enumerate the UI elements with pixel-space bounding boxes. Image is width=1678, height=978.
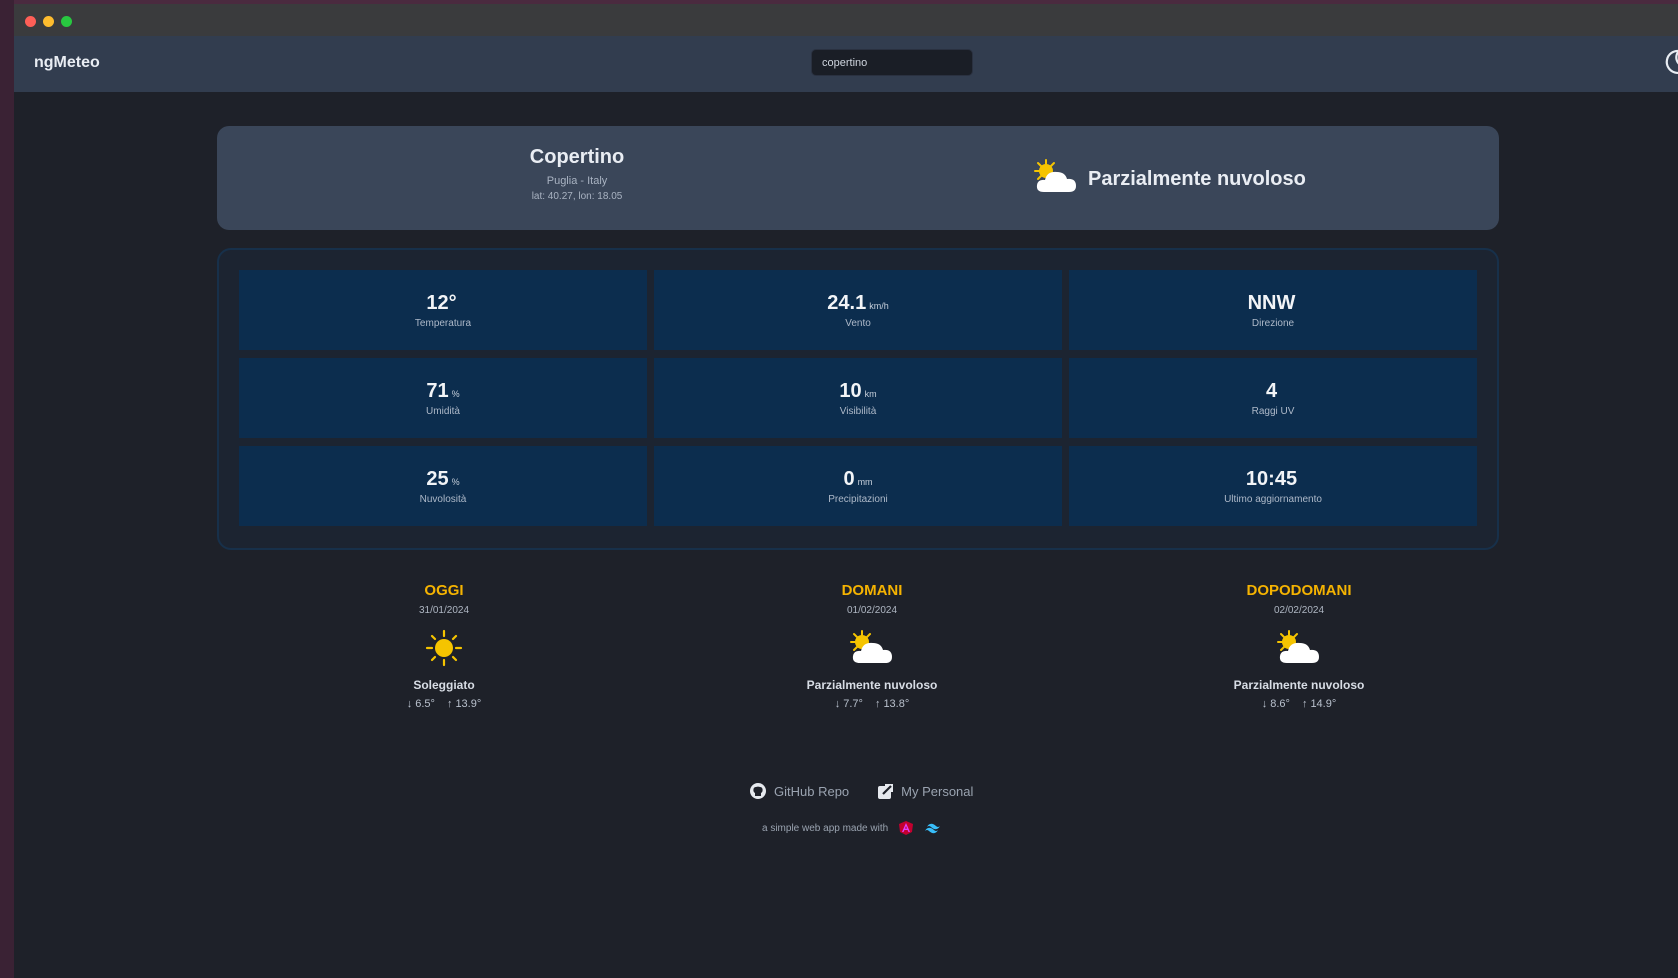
stat-precipitation: 0 mm Precipitazioni <box>654 446 1062 526</box>
current-condition: Parzialmente nuvoloso <box>1032 158 1306 201</box>
theme-toggle-button[interactable] <box>1660 46 1678 80</box>
forecast-min-temp: 8.6° <box>1270 698 1290 710</box>
brand-logo[interactable]: ngMeteo <box>34 54 100 72</box>
stat-value: 12° <box>426 292 457 314</box>
made-with-text: a simple web app made with <box>762 822 889 834</box>
forecast-date: 31/01/2024 <box>418 605 470 616</box>
arrow-down-icon: ↓ <box>834 698 841 710</box>
arrow-down-icon: ↓ <box>1261 698 1268 710</box>
github-repo-label: GitHub Repo <box>774 783 850 799</box>
forecast-tomorrow: DOMANI 01/02/2024 Parzialmente nuvoloso … <box>742 582 1002 710</box>
stat-value: 10:45 <box>1245 468 1298 490</box>
stat-unit: % <box>451 389 460 399</box>
stat-label: Ultimo aggiornamento <box>1224 494 1322 505</box>
arrow-up-icon: ↑ <box>446 698 453 710</box>
sun-icon <box>425 629 463 667</box>
navbar: ngMeteo <box>14 36 1678 92</box>
stat-label: Umidità <box>426 406 460 417</box>
weather-stats-panel: 12° Temperatura 24.1 km/h Vento NNW Direz… <box>217 248 1499 550</box>
location-info: Copertino Puglia - Italy lat: 40.27, lon… <box>417 146 737 202</box>
stat-label: Temperatura <box>414 318 472 329</box>
app-window: ngMeteo Copertino Puglia - Italy lat: 40… <box>14 0 1678 978</box>
forecast-date: 02/02/2024 <box>1273 605 1325 616</box>
city-name: Copertino <box>529 146 625 168</box>
arrow-down-icon: ↓ <box>406 698 413 710</box>
stat-value: 0 <box>843 468 855 490</box>
city-search-input[interactable] <box>811 49 973 76</box>
partly-cloudy-icon <box>1277 630 1319 663</box>
external-link-icon <box>878 783 894 799</box>
stat-label: Nuvolosità <box>419 494 467 505</box>
stat-label: Precipitazioni <box>828 494 888 505</box>
moon-icon <box>1665 49 1678 74</box>
forecast-date: 01/02/2024 <box>846 605 898 616</box>
forecast-max-temp: 14.9° <box>1310 698 1337 710</box>
stat-humidity: 71% Umidità <box>239 358 647 438</box>
partly-cloudy-icon <box>850 630 892 663</box>
current-location-card: Copertino Puglia - Italy lat: 40.27, lon… <box>217 126 1499 230</box>
stat-value: 24.1 <box>827 292 867 314</box>
stat-label: Direzione <box>1251 318 1295 329</box>
maximize-window-button[interactable] <box>61 16 72 27</box>
forecast-max-temp: 13.9° <box>455 698 482 710</box>
github-repo-link[interactable]: GitHub Repo <box>749 782 849 800</box>
github-icon <box>750 783 766 799</box>
minimize-window-button[interactable] <box>43 16 54 27</box>
stat-label: Raggi UV <box>1251 406 1295 417</box>
stat-value: 4 <box>1265 380 1278 402</box>
partly-cloudy-icon <box>1032 158 1080 201</box>
stat-temperature: 12° Temperatura <box>239 270 647 350</box>
stat-unit: km/h <box>869 301 889 311</box>
stat-unit: mm <box>857 477 873 487</box>
arrow-up-icon: ↑ <box>1301 698 1308 710</box>
stat-cloud-cover: 25% Nuvolosità <box>239 446 647 526</box>
stat-unit: % <box>451 477 460 487</box>
condition-text: Parzialmente nuvoloso <box>1088 168 1306 190</box>
forecast-max-temp: 13.8° <box>883 698 910 710</box>
stat-direction: NNW Direzione <box>1069 270 1477 350</box>
stat-uv-index: 4 Raggi UV <box>1069 358 1477 438</box>
forecast-condition: Parzialmente nuvoloso <box>806 678 938 692</box>
tailwind-logo-icon <box>925 823 941 834</box>
coordinates: lat: 40.27, lon: 18.05 <box>531 191 623 202</box>
my-personal-link[interactable]: My Personal <box>877 783 973 800</box>
footer-links: GitHub Repo My Personal <box>749 782 973 800</box>
forecast-min-temp: 6.5° <box>415 698 435 710</box>
forecast-day-after-tomorrow: DOPODOMANI 02/02/2024 Parzialmente nuvol… <box>1169 582 1429 710</box>
stat-value: 10 <box>839 380 862 402</box>
angular-logo-icon <box>899 821 914 835</box>
forecast-condition: Soleggiato <box>413 678 475 692</box>
forecast-title: DOPODOMANI <box>1246 582 1352 599</box>
window-titlebar <box>14 0 1678 36</box>
forecast-title: DOMANI <box>841 582 903 599</box>
forecast-condition: Parzialmente nuvoloso <box>1233 678 1365 692</box>
stat-last-update: 10:45 Ultimo aggiornamento <box>1069 446 1477 526</box>
region-name: Puglia - Italy <box>546 175 608 187</box>
stat-visibility: 10 km Visibilità <box>654 358 1062 438</box>
stat-label: Vento <box>845 318 871 329</box>
stat-unit: km <box>864 389 877 399</box>
my-personal-label: My Personal <box>901 783 974 799</box>
stat-wind: 24.1 km/h Vento <box>654 270 1062 350</box>
forecast-title: OGGI <box>424 582 464 599</box>
made-with-credits: a simple web app made with <box>762 820 942 836</box>
close-window-button[interactable] <box>25 16 36 27</box>
stat-value: 25 <box>426 468 449 490</box>
stat-label: Visibilità <box>839 406 877 417</box>
forecast-min-temp: 7.7° <box>843 698 863 710</box>
stat-value: 71 <box>426 380 449 402</box>
stat-value: NNW <box>1247 292 1296 314</box>
forecast-today: OGGI 31/01/2024 Soleggiato ↓ 6.5° ↑ 13.9° <box>314 582 574 710</box>
arrow-up-icon: ↑ <box>874 698 881 710</box>
